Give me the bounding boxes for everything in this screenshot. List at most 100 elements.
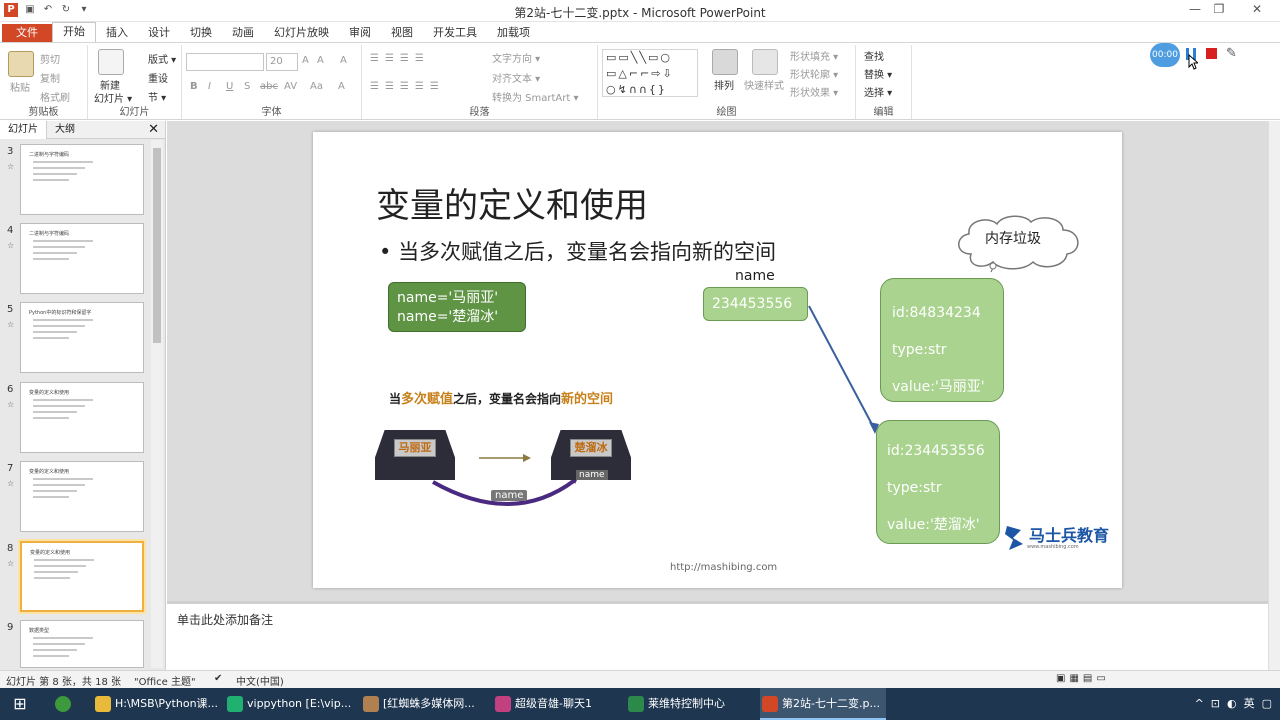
format-painter-button[interactable]: 格式刷 [40,89,70,104]
arrange-icon[interactable] [712,49,738,75]
system-tray[interactable]: ^ ⊡ ◐ 英 ▢ [1195,688,1272,720]
notes-placeholder: 单击此处添加备注 [177,613,274,627]
find-button[interactable]: 查找 [864,48,884,63]
start-icon[interactable]: ⊞ [0,688,40,720]
recorder-timer[interactable]: 00:00 [1150,43,1180,67]
taskbar-item-explorer[interactable]: H:\MSB\Python课... [93,688,218,720]
reset-button[interactable]: 重设 [148,70,168,85]
slide-thumbnail[interactable]: 变量的定义和使用 [20,461,144,532]
tab-file[interactable]: 文件 [2,24,52,42]
italic-button[interactable]: I [208,81,211,92]
underline-button[interactable]: U [226,81,233,92]
select-button[interactable]: 选择 ▾ [864,84,892,99]
new-slide-icon[interactable] [98,49,124,75]
tab-developer[interactable]: 开发工具 [423,24,487,42]
clear-format-button[interactable]: A [340,55,347,66]
taskbar-item-pycharm[interactable]: vippython [E:\vip... [225,688,351,720]
house-illustration-1[interactable]: 马丽亚 [375,430,455,480]
caption-highlight-1: 多次赋值 [401,392,454,407]
copy-button[interactable]: 复制 [40,70,60,85]
close-icon[interactable]: ✕ [148,122,159,137]
thumbnail-text-line [34,565,86,567]
shape-outline-button[interactable]: 形状轮廓 ▾ [790,66,838,81]
strikethrough-button[interactable]: abc [260,81,278,92]
font-color-button[interactable]: A [338,81,345,92]
shadow-button[interactable]: S [244,81,250,92]
slide-thumbnail[interactable]: 变量的定义和使用 [20,382,144,453]
quick-styles-button[interactable]: 快速样式 [744,77,784,92]
slide-thumbnail[interactable]: 变量的定义和使用 [18,539,146,614]
tab-transitions[interactable]: 切换 [180,24,222,42]
slide-thumbnail[interactable]: 数据类型 [20,620,144,668]
tab-view[interactable]: 视图 [381,24,423,42]
paragraph-group: ☰☰☰☰ ☰☰☰☰☰ 文字方向 ▾ 对齐文本 ▾ 转换为 SmartArt ▾ … [362,45,598,119]
align-text-button[interactable]: 对齐文本 ▾ [492,70,540,85]
tab-outline[interactable]: 大纲 [47,121,83,139]
bold-button[interactable]: B [190,81,198,92]
align-buttons[interactable]: ☰☰☰☰☰ [370,81,445,92]
animation-star-icon: ☆ [7,162,15,171]
thumbnail-text-line [33,325,85,327]
input-method[interactable]: 英 [1244,697,1255,710]
taskbar-item-chat[interactable]: 超级音雄-聊天1 [493,688,613,720]
arrange-button[interactable]: 排列 [714,77,734,92]
ribbon: 粘贴 剪切 复制 格式刷 剪贴板 新建 幻灯片 ▾ 版式 ▾ 重设 节 ▾ 幻灯… [0,42,1280,120]
thumbnail-text-line [33,490,77,492]
panel-scroll-thumb[interactable] [153,148,161,343]
caption-part-1: 当 [389,392,402,406]
char-spacing-button[interactable]: AV [284,81,297,92]
notes-pane[interactable]: 单击此处添加备注 [167,601,1268,670]
view-buttons[interactable]: ▣▦▤▭ [1056,673,1110,684]
taskbar-item-control[interactable]: 莱维特控制中心 [626,688,748,720]
shapes-gallery[interactable]: ▭▭╲╲▭○ ▭△⌐⌐⇨⇩ ○↯∩∩{} [602,49,698,97]
change-case-button[interactable]: Aa [310,81,323,92]
slide-canvas[interactable]: 变量的定义和使用 • 当多次赋值之后，变量名会指向新的空间 name='马丽亚'… [313,132,1122,588]
slide-count: 幻灯片 第 8 张，共 18 张 [6,677,121,688]
language[interactable]: 中文(中国) [236,673,284,688]
tab-home[interactable]: 开始 [52,22,96,42]
illustration-caption[interactable]: 当多次赋值之后，变量名会指向新的空间 [389,388,613,407]
tab-animations[interactable]: 动画 [222,24,264,42]
replace-button[interactable]: 替换 ▾ [864,66,892,81]
cut-button[interactable]: 剪切 [40,51,60,66]
paste-button[interactable]: 粘贴 [10,79,30,94]
memory-object-1[interactable]: id:84834234 type:str value:'马丽亚' [880,278,1004,402]
paste-icon[interactable] [8,51,34,77]
spellcheck-icon[interactable]: ✔ [214,673,222,684]
app-icon-360[interactable] [48,688,78,720]
tab-design[interactable]: 设计 [138,24,180,42]
shape-fill-button[interactable]: 形状填充 ▾ [790,48,838,63]
restore-button[interactable]: ❐ [1204,2,1234,20]
font-size-dropdown[interactable]: 20 [266,53,298,71]
memory-object-2[interactable]: id:234453556 type:str value:'楚溜冰' [876,420,1000,544]
taskbar-item-spider[interactable]: [红蜘蛛多媒体网... [361,688,481,720]
section-button[interactable]: 节 ▾ [148,89,166,104]
thumbnail-text-line [33,240,93,242]
workspace-scrollbar[interactable] [1268,121,1280,670]
shape-effects-button[interactable]: 形状效果 ▾ [790,84,838,99]
tab-slides[interactable]: 幻灯片 [0,120,47,139]
convert-smartart-button[interactable]: 转换为 SmartArt ▾ [492,89,579,104]
tab-addins[interactable]: 加载项 [487,24,540,42]
tab-review[interactable]: 审阅 [339,24,381,42]
taskbar-item-powerpoint[interactable]: 第2站-七十二变.p... [760,688,886,720]
font-shrink-button[interactable]: A [317,55,324,66]
pen-icon[interactable]: ✎ [1226,46,1237,61]
quick-styles-icon[interactable] [752,49,778,75]
list-buttons[interactable]: ☰☰☰☰ [370,53,430,64]
close-button[interactable]: ✕ [1242,2,1272,20]
font-name-dropdown[interactable] [186,53,264,71]
layout-button[interactable]: 版式 ▾ [148,51,176,66]
tab-slideshow[interactable]: 幻灯片放映 [264,24,339,42]
caption-highlight-2: 新的空间 [561,392,614,407]
tab-insert[interactable]: 插入 [96,24,138,42]
thumbnail-number: 7 [7,463,14,474]
animation-star-icon: ☆ [7,559,15,568]
slide-thumbnail[interactable]: 二进制与字符编码 [20,223,144,294]
text-direction-button[interactable]: 文字方向 ▾ [492,50,540,65]
thumbnail-text-line [34,577,70,579]
font-grow-button[interactable]: A [302,55,309,66]
slide-thumbnail[interactable]: Python中的标识符和保留字 [20,302,144,373]
slide-thumbnail[interactable]: 二进制与字符编码 [20,144,144,215]
recorder-stop-icon[interactable] [1206,48,1217,59]
